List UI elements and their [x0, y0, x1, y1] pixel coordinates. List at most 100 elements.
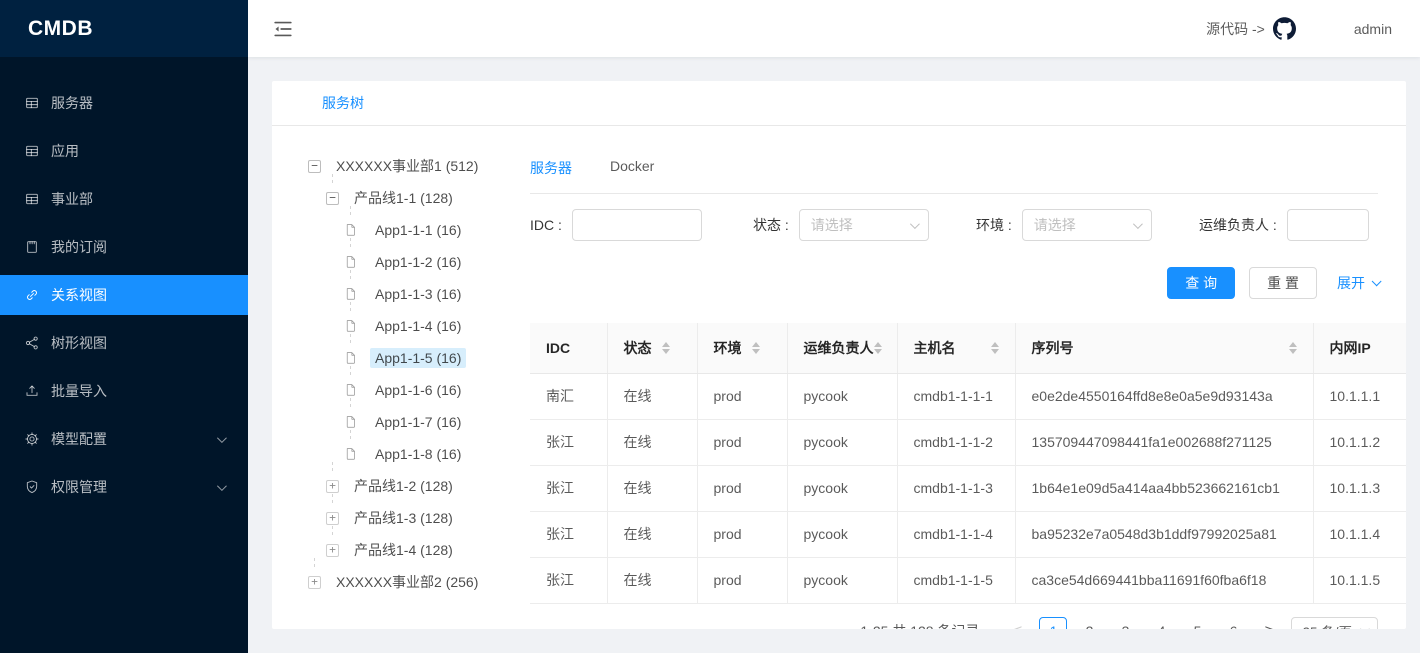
cell-private-ip: 10.1.1.5 [1313, 557, 1406, 603]
tree-node: App1-1-8 (16) [308, 438, 530, 470]
tree-node: − XXXXXX事业部1 (512) [308, 150, 530, 182]
idc-input[interactable] [572, 209, 702, 241]
col-env[interactable]: 环境 [697, 323, 787, 373]
tree-node-label[interactable]: XXXXXX事业部1 (512) [331, 154, 483, 178]
sidebar-item-apps[interactable]: 应用 [0, 131, 248, 171]
cell-status: 在线 [607, 419, 697, 465]
status-select-placeholder: 请选择 [811, 215, 853, 235]
sidebar-item-subscriptions[interactable]: 我的订阅 [0, 227, 248, 267]
sort-icon[interactable] [752, 342, 760, 354]
tree-node-label[interactable]: App1-1-6 (16) [370, 380, 466, 400]
status-label: 状态 : [753, 215, 789, 235]
tree-node-label[interactable]: App1-1-1 (16) [370, 220, 466, 240]
col-serial[interactable]: 序列号 [1015, 323, 1313, 373]
tree-node-label[interactable]: App1-1-2 (16) [370, 252, 466, 272]
service-tree-card: 服务树 − XXXXXX事业部1 (512) − 产品线1-1 (128) Ap… [272, 81, 1406, 629]
ops-owner-input[interactable] [1287, 209, 1369, 241]
tree-node-label[interactable]: 产品线1-2 (128) [349, 474, 458, 498]
sort-icon[interactable] [662, 342, 670, 354]
cell-serial: 1b64e1e09d5a414aa4bb523662161cb1 [1015, 465, 1313, 511]
user-menu[interactable]: admin [1354, 21, 1392, 37]
sort-icon[interactable] [991, 342, 999, 354]
tree-node-label[interactable]: App1-1-7 (16) [370, 412, 466, 432]
cell-ops-owner: pycook [787, 511, 897, 557]
filter-ops-owner: 运维负责人 : [1199, 209, 1369, 241]
file-icon [344, 351, 358, 365]
sidebar-item-business-units[interactable]: 事业部 [0, 179, 248, 219]
tree-expand-icon[interactable]: + [308, 576, 321, 589]
card-header: 服务树 [272, 81, 1406, 126]
sidebar-item-relation-view[interactable]: 关系视图 [0, 275, 248, 315]
sidebar-item-servers[interactable]: 服务器 [0, 83, 248, 123]
tree-node-label[interactable]: App1-1-3 (16) [370, 284, 466, 304]
tree-node-label[interactable]: 产品线1-3 (128) [349, 506, 458, 530]
upload-icon [24, 383, 40, 399]
tree-expand-icon[interactable]: + [326, 480, 339, 493]
col-ops-owner[interactable]: 运维负责人 [787, 323, 897, 373]
cell-status: 在线 [607, 465, 697, 511]
tree-expand-icon[interactable]: + [326, 544, 339, 557]
table-icon [24, 191, 40, 207]
tree-node: App1-1-1 (16) [308, 214, 530, 246]
app-logo-text: CMDB [28, 17, 93, 41]
tree-node: App1-1-7 (16) [308, 406, 530, 438]
page-size-select[interactable]: 25 条/页 [1291, 617, 1378, 630]
col-hostname[interactable]: 主机名 [897, 323, 1015, 373]
env-select-placeholder: 请选择 [1034, 215, 1076, 235]
pagination-page-2[interactable]: 2 [1075, 617, 1103, 630]
tab-service-tree[interactable]: 服务树 [322, 93, 364, 113]
cell-idc: 张江 [530, 511, 607, 557]
chevron-down-icon [217, 433, 227, 443]
sidebar-item-permissions[interactable]: 权限管理 [0, 467, 248, 507]
pagination-page-3[interactable]: 3 [1111, 617, 1139, 630]
pagination-page-5[interactable]: 5 [1183, 617, 1211, 630]
tree-collapse-icon[interactable]: − [308, 160, 321, 173]
table-row: 张江 在线 prod pycook cmdb1-1-1-2 1357094470… [530, 419, 1406, 465]
filter-env: 环境 : 请选择 [976, 209, 1199, 241]
tab-docker[interactable]: Docker [610, 158, 654, 178]
sidebar: CMDB 服务器 应用 事业部 我的订阅 [0, 0, 248, 653]
top-header: 源代码 -> admin [248, 0, 1420, 57]
tree-node-label[interactable]: App1-1-5 (16) [370, 348, 466, 368]
cell-status: 在线 [607, 557, 697, 603]
source-code-link[interactable]: 源代码 -> [1206, 17, 1296, 40]
expand-link[interactable]: 展开 [1337, 273, 1378, 293]
main-content: 服务树 − XXXXXX事业部1 (512) − 产品线1-1 (128) Ap… [248, 57, 1420, 653]
cell-private-ip: 10.1.1.3 [1313, 465, 1406, 511]
cell-private-ip: 10.1.1.1 [1313, 373, 1406, 419]
status-select[interactable]: 请选择 [799, 209, 929, 241]
sidebar-item-bulk-import[interactable]: 批量导入 [0, 371, 248, 411]
env-select[interactable]: 请选择 [1022, 209, 1152, 241]
tree-node-label[interactable]: XXXXXX事业部2 (256) [331, 570, 483, 594]
pagination-page-6[interactable]: 6 [1219, 617, 1247, 630]
tree-node-label[interactable]: App1-1-4 (16) [370, 316, 466, 336]
query-button[interactable]: 查 询 [1167, 267, 1235, 299]
pagination-page-4[interactable]: 4 [1147, 617, 1175, 630]
pagination-prev[interactable]: < [1003, 617, 1031, 630]
chevron-down-icon [910, 219, 920, 229]
pagination-total: 1-25 共 128 条记录 [860, 621, 979, 630]
sidebar-item-tree-view[interactable]: 树形视图 [0, 323, 248, 363]
sort-icon[interactable] [1289, 342, 1297, 354]
sidebar-item-model-config[interactable]: 模型配置 [0, 419, 248, 459]
reset-button[interactable]: 重 置 [1249, 267, 1317, 299]
chevron-down-icon [217, 481, 227, 491]
col-status[interactable]: 状态 [607, 323, 697, 373]
cell-status: 在线 [607, 373, 697, 419]
table-icon [24, 143, 40, 159]
cell-ops-owner: pycook [787, 557, 897, 603]
filter-actions: 查 询 重 置 展开 [530, 267, 1378, 299]
app-logo[interactable]: CMDB [0, 0, 248, 57]
menu-fold-icon[interactable] [272, 18, 294, 40]
tree-node-label[interactable]: 产品线1-1 (128) [349, 186, 458, 210]
tree-node-label[interactable]: 产品线1-4 (128) [349, 538, 458, 562]
sort-icon[interactable] [874, 342, 882, 354]
tree-expand-icon[interactable]: + [326, 512, 339, 525]
filter-status: 状态 : 请选择 [753, 209, 976, 241]
pagination-page-1[interactable]: 1 [1039, 617, 1067, 630]
tree-node-label[interactable]: App1-1-8 (16) [370, 444, 466, 464]
link-icon [24, 287, 40, 303]
tree-collapse-icon[interactable]: − [326, 192, 339, 205]
pagination-next[interactable]: > [1255, 617, 1283, 630]
tab-servers[interactable]: 服务器 [530, 158, 572, 178]
